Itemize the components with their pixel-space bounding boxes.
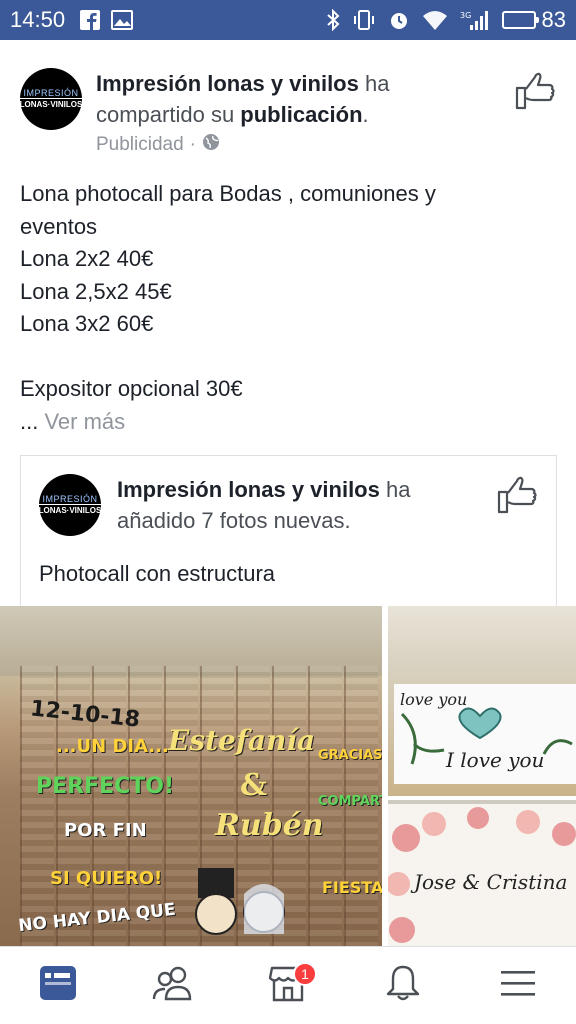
photo-grid: 12-10-18 ...UN DIA... PERFECTO! POR FIN … (0, 606, 576, 946)
photo-text: Jose & Cristina (414, 870, 568, 894)
action-end: . (362, 102, 369, 127)
photo-text: COMPARTIR (318, 794, 382, 809)
nav-menu[interactable] (483, 956, 553, 1016)
image-icon (111, 10, 134, 30)
photo-text: POR FIN (64, 820, 147, 841)
globe-icon (202, 133, 220, 157)
shared-caption: Photocall con estructura (39, 561, 276, 586)
like-icon[interactable] (514, 68, 558, 112)
photo-text: I love you (446, 748, 545, 772)
nav-marketplace[interactable]: 1 (253, 956, 323, 1016)
post-header: IMPRESIÓN LONAS·VINILOS Impresión lonas … (19, 68, 560, 168)
action-prefix: ha (379, 477, 411, 502)
feed-content: IMPRESIÓN LONAS·VINILOS Impresión lonas … (0, 40, 576, 946)
avatar-text-line2: LONAS·VINILOS (38, 504, 102, 515)
action-text: añadido 7 fotos nuevas. (117, 508, 351, 533)
action-prefix: ha (358, 71, 390, 96)
post-header-text: Impresión lonas y vinilos ha compartido … (96, 68, 506, 130)
facebook-icon (79, 9, 101, 31)
post-text-line: Lona photocall para Bodas , comuniones y (20, 181, 436, 206)
action-text: compartido su (96, 102, 241, 127)
battery-indicator: 83 (501, 7, 566, 33)
photo-text: PERFECTO! (36, 774, 175, 799)
publication-link[interactable]: publicación (240, 102, 362, 127)
photo-text: GRACIAS (318, 748, 382, 763)
couple-illustration (195, 868, 285, 935)
photo-text: & (240, 768, 268, 803)
post-text-line: Lona 3x2 60€ (20, 311, 154, 336)
photo-text: Estefanía (168, 724, 316, 757)
photo-text: ...UN DIA... (56, 736, 169, 757)
photo-text: SI QUIERO! (50, 868, 163, 889)
post-text-line: Lona 2,5x2 45€ (20, 278, 172, 304)
shared-page-name-link[interactable]: Impresión lonas y vinilos (117, 477, 380, 502)
avatar-text-line2: LONAS·VINILOS (19, 98, 83, 109)
avatar-text-line1: IMPRESIÓN (42, 494, 98, 504)
bluetooth-icon (326, 9, 340, 31)
vibrate-icon (352, 9, 376, 31)
meta-dot: · (189, 134, 196, 155)
status-bar: 14:50 3G 83 (0, 0, 576, 40)
shared-like-icon[interactable] (496, 472, 540, 516)
post-text-line: Lona 2x2 40€ (20, 246, 154, 271)
network-label: 3G (460, 11, 471, 20)
ellipsis: ... (20, 408, 45, 434)
bottom-nav: 1 (0, 946, 576, 1024)
photo-main[interactable]: 12-10-18 ...UN DIA... PERFECTO! POR FIN … (0, 606, 382, 946)
avatar-text-line1: IMPRESIÓN (23, 88, 79, 98)
see-more-row: ... Ver más (20, 406, 560, 439)
nav-notifications[interactable] (368, 956, 438, 1016)
menu-icon (500, 968, 536, 1003)
signal-icon: 3G (460, 9, 490, 31)
shared-post-card[interactable]: IMPRESIÓN LONAS·VINILOS Impresión lonas … (20, 455, 557, 615)
shared-page-avatar[interactable]: IMPRESIÓN LONAS·VINILOS (38, 474, 102, 536)
post-text-line: Expositor opcional 30€ (20, 376, 243, 401)
page-name-link[interactable]: Impresión lonas y vinilos (96, 71, 359, 96)
friends-icon (152, 965, 194, 1006)
page-avatar[interactable]: IMPRESIÓN LONAS·VINILOS (19, 68, 83, 130)
nav-news-feed[interactable] (23, 956, 93, 1016)
battery-level: 83 (541, 7, 566, 32)
post-text: Lona photocall para Bodas , comuniones y… (20, 178, 560, 438)
status-time: 14:50 (10, 7, 66, 32)
news-feed-icon (38, 964, 78, 1007)
nav-friends[interactable] (138, 956, 208, 1016)
notifications-icon (385, 964, 421, 1007)
sponsored-label: Publicidad (96, 134, 184, 155)
shared-header-text: Impresión lonas y vinilos ha añadido 7 f… (117, 474, 477, 536)
photo-text: Rubén (215, 808, 324, 843)
alarm-icon (388, 9, 410, 31)
marketplace-badge: 1 (292, 961, 317, 986)
photo-text: love you (400, 690, 468, 709)
photo-text: FIESTA! (322, 878, 382, 897)
wifi-icon (422, 9, 448, 31)
post-meta: Publicidad · (96, 133, 220, 157)
post-text-line (20, 341, 560, 374)
battery-icon (501, 11, 539, 29)
photo-bottom-right[interactable]: Jose & Cristina (388, 800, 576, 946)
see-more-link[interactable]: Ver más (44, 409, 125, 434)
photo-top-right[interactable]: love you I love you (388, 606, 576, 796)
post-text-line: eventos (20, 213, 98, 239)
